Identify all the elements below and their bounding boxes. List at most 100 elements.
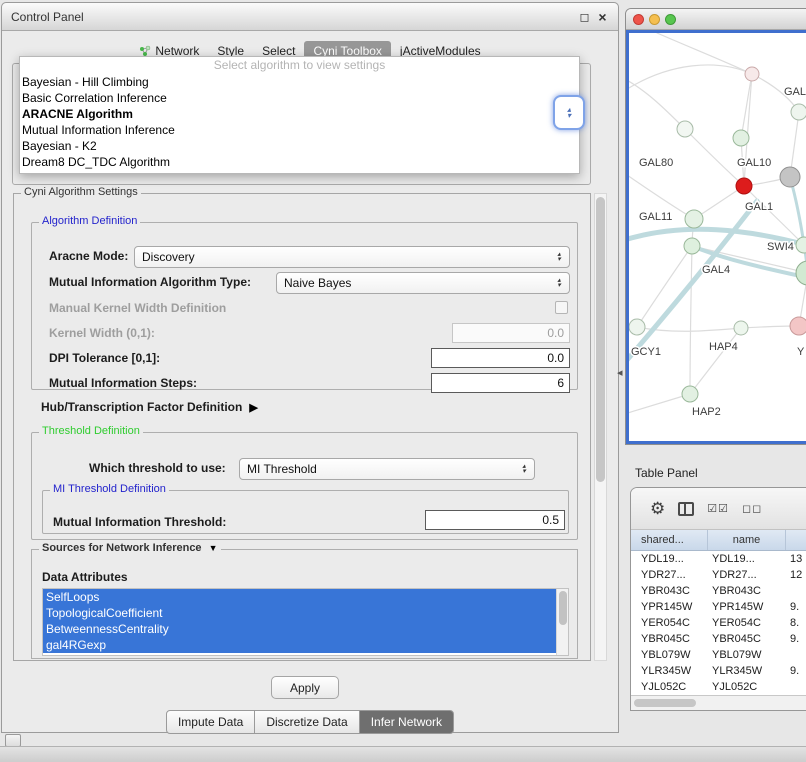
attributes-scrollbar[interactable] <box>556 589 568 655</box>
swi4-node[interactable] <box>796 237 806 253</box>
combo-down-arrow-icon: ▾ <box>557 283 561 288</box>
table-row[interactable]: YBL079WYBL079W <box>635 647 806 663</box>
close-traffic-button[interactable] <box>633 14 644 25</box>
select-all-checkboxes-icon[interactable]: ☑☑ <box>707 502 729 515</box>
combo-arrows-icon: ▴▾ <box>552 252 566 262</box>
data-attribute-item-gal4rgexp[interactable]: gal4RGexp <box>43 637 556 653</box>
algorithm-definition-title: Algorithm Definition <box>39 215 140 227</box>
cell-extra: 9. <box>786 665 806 677</box>
clear-checkboxes-icon[interactable]: ◻◻ <box>742 502 762 515</box>
algorithm-option-aracne-algorithm[interactable]: ARACNE Algorithm <box>20 106 579 122</box>
bottom-tab-discretize-data[interactable]: Discretize Data <box>254 710 359 734</box>
columns-icon[interactable] <box>678 502 694 516</box>
network-edge <box>790 177 806 273</box>
gal4-node[interactable] <box>684 238 700 254</box>
node-3[interactable] <box>677 121 693 137</box>
node-label-hap2: HAP2 <box>692 406 721 418</box>
table-row[interactable]: YPR145WYPR145W9. <box>635 599 806 615</box>
splitter-collapse-icon[interactable]: ◂ <box>617 366 623 379</box>
settings-gear-icon[interactable]: ⚙ <box>650 500 665 517</box>
network-canvas[interactable]: GAL80GAL10GAL11GAL1SWI4GAL4GCY1HAP4HAP2G… <box>629 33 806 443</box>
cell-name: YDR27... <box>708 569 786 581</box>
column-header-extra[interactable] <box>786 530 806 550</box>
kernel-width-label: Kernel Width (0,1): <box>49 326 155 340</box>
control-panel-titlebar[interactable]: Control Panel ◻ × <box>2 3 618 31</box>
dpi-tolerance-input[interactable] <box>431 348 570 368</box>
aracne-mode-select[interactable]: Discovery ▴▾ <box>134 246 570 268</box>
data-attributes-label: Data Attributes <box>42 570 128 584</box>
algorithm-definition-group: Algorithm Definition Aracne Mode: Discov… <box>31 222 578 390</box>
bottom-tabs-row: Impute DataDiscretize DataInfer Network <box>2 710 618 734</box>
bottom-tab-infer-network[interactable]: Infer Network <box>359 710 454 734</box>
cell-name: YBR043C <box>708 585 786 597</box>
table-row[interactable]: YBR043CYBR043C <box>635 583 806 599</box>
table-row[interactable]: YBR045CYBR045C9. <box>635 631 806 647</box>
mi-type-select[interactable]: Naive Bayes ▴▾ <box>276 272 570 294</box>
data-attribute-item-topologicalcoefficient[interactable]: TopologicalCoefficient <box>43 605 556 621</box>
cell-shared-name: YDL19... <box>635 553 708 565</box>
node-4[interactable] <box>733 130 749 146</box>
table-horizontal-scrollbar[interactable] <box>631 695 806 710</box>
minimize-traffic-button[interactable] <box>649 14 660 25</box>
table-body: YDL19...YDL19...13YDR27...YDR27...12YBR0… <box>631 551 806 691</box>
pink-node[interactable] <box>790 317 806 335</box>
table-row[interactable]: YER054CYER054C8. <box>635 615 806 631</box>
mi-threshold-input[interactable] <box>425 510 565 530</box>
desktop: Control Panel ◻ × NetworkStyleSelectCyni… <box>0 0 806 762</box>
settings-scrollbar[interactable] <box>594 193 607 661</box>
column-header-shared-name[interactable]: shared... <box>635 530 708 550</box>
gal11-node[interactable] <box>685 210 703 228</box>
algorithm-option-bayesian-hill-climbing[interactable]: Bayesian - Hill Climbing <box>20 74 579 90</box>
cell-shared-name: YLR345W <box>635 665 708 677</box>
sources-group-title[interactable]: Sources for Network Inference ▼ <box>39 542 221 554</box>
table-hscroll-thumb[interactable] <box>634 699 696 707</box>
cell-shared-name: YJL052C <box>635 681 708 691</box>
algorithm-option-basic-correlation-inference[interactable]: Basic Correlation Inference <box>20 90 579 106</box>
aracne-mode-value: Discovery <box>142 250 552 264</box>
attributes-scrollbar-thumb[interactable] <box>559 591 567 625</box>
apply-button[interactable]: Apply <box>271 676 339 699</box>
cell-name: YLR345W <box>708 665 786 677</box>
bottom-tab-impute-data[interactable]: Impute Data <box>166 710 255 734</box>
zoom-traffic-button[interactable] <box>665 14 676 25</box>
node-label-gal11: GAL11 <box>639 211 672 223</box>
which-threshold-select[interactable]: MI Threshold ▴▾ <box>239 458 535 480</box>
kernel-width-input[interactable] <box>452 323 570 343</box>
network-window-titlebar[interactable] <box>626 9 806 30</box>
gcy1-node[interactable] <box>629 319 645 335</box>
table-row[interactable]: YLR345WYLR345W9. <box>635 663 806 679</box>
column-header-name[interactable]: name <box>708 530 786 550</box>
table-row[interactable]: YJL052CYJL052C <box>635 679 806 691</box>
node-1[interactable] <box>745 67 759 81</box>
data-attribute-item-betweennesscentrality[interactable]: BetweennessCentrality <box>43 621 556 637</box>
node-10[interactable] <box>796 261 806 285</box>
cell-extra: 8. <box>786 617 806 629</box>
table-row[interactable]: YDR27...YDR27...12 <box>635 567 806 583</box>
cell-extra: 9. <box>786 601 806 613</box>
cell-shared-name: YDR27... <box>635 569 708 581</box>
node-label-swi4: SWI4 <box>767 241 794 253</box>
node-2[interactable] <box>791 104 806 120</box>
algorithm-option-mutual-information-inference[interactable]: Mutual Information Inference <box>20 122 579 138</box>
cell-shared-name: YER054C <box>635 617 708 629</box>
node-12[interactable] <box>734 321 748 335</box>
manual-kernel-checkbox[interactable] <box>555 301 568 314</box>
table-row[interactable]: YDL19...YDL19...13 <box>635 551 806 567</box>
algorithm-option-dream8-dc-tdc-algorithm[interactable]: Dream8 DC_TDC Algorithm <box>20 154 579 170</box>
hap2-node[interactable] <box>682 386 698 402</box>
settings-scrollbar-thumb[interactable] <box>596 197 605 482</box>
mi-steps-input[interactable] <box>431 373 570 393</box>
gal10-node[interactable] <box>780 167 800 187</box>
close-window-icon[interactable]: × <box>595 9 610 25</box>
red-node[interactable] <box>736 178 752 194</box>
cell-extra: 9. <box>786 633 806 645</box>
network-edge <box>690 328 741 394</box>
algorithm-option-bayesian-k2[interactable]: Bayesian - K2 <box>20 138 579 154</box>
which-threshold-label: Which threshold to use: <box>89 461 226 475</box>
data-attribute-item-selfloops[interactable]: SelfLoops <box>43 589 556 605</box>
cell-shared-name: YBL079W <box>635 649 708 661</box>
float-window-icon[interactable]: ◻ <box>577 9 592 25</box>
hub-definition-expander[interactable]: Hub/Transcription Factor Definition ▶ <box>41 400 258 414</box>
algorithm-combo-button[interactable]: ▴ ▾ <box>553 95 585 130</box>
control-panel-window: Control Panel ◻ × NetworkStyleSelectCyni… <box>1 2 619 733</box>
